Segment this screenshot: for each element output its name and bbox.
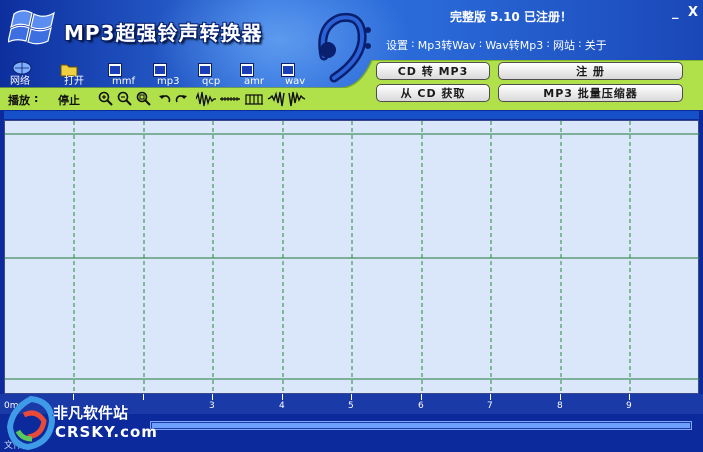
play-button[interactable]: 播放 [8, 92, 30, 108]
network-label: 网络 [10, 76, 30, 87]
format-label: amr [244, 76, 264, 87]
qcp-file-icon [198, 63, 212, 77]
ruler-label: 8 [557, 401, 563, 411]
format-amr-button[interactable]: amr [240, 61, 280, 87]
horizontal-scrollbar[interactable] [150, 421, 692, 430]
ruler-label: 3 [209, 401, 215, 411]
ruler-label: 4 [279, 401, 285, 411]
menu-item-mp3-to-wav[interactable]: Mp3转Wav [416, 37, 478, 53]
stop-button[interactable]: 停止 [58, 92, 80, 108]
open-button[interactable]: 打开 [56, 61, 96, 87]
play-separator: : [34, 92, 39, 105]
network-button[interactable]: 网络 [8, 61, 48, 87]
ruler-tick [421, 394, 422, 400]
zoom-out-icon[interactable] [117, 91, 133, 107]
playback-bar: 播放 : 停止 [0, 88, 360, 110]
toolbar: 网络 打开 mmf mp3 qcp amr wav [8, 61, 328, 87]
wav-file-icon [281, 63, 295, 77]
cd-to-mp3-button[interactable]: CD 转 MP3 [376, 62, 490, 80]
format-label: mp3 [157, 76, 180, 87]
waveform-grid [5, 121, 700, 395]
ruler-tick [490, 394, 491, 400]
ruler-tick [629, 394, 630, 400]
ruler-label: 9 [626, 401, 632, 411]
zoom-fit-icon[interactable] [136, 91, 152, 107]
ruler-label: 7 [487, 401, 493, 411]
format-qcp-button[interactable]: qcp [198, 61, 238, 87]
waveform-icon[interactable] [196, 91, 216, 107]
open-label: 打开 [64, 76, 84, 87]
menu-item-website[interactable]: 网站 [551, 37, 577, 53]
format-mmf-button[interactable]: mmf [108, 61, 148, 87]
mp3-file-icon [153, 63, 167, 77]
fade-out-icon[interactable] [287, 91, 307, 107]
menu-item-about[interactable]: 关于 [583, 37, 609, 53]
rip-cd-button[interactable]: 从 CD 获取 [376, 84, 490, 102]
display-top-strip [4, 111, 699, 119]
format-wav-button[interactable]: wav [281, 61, 321, 87]
ruler-tick [212, 394, 213, 400]
ruler-label: 5 [348, 401, 354, 411]
watermark-logo-icon [6, 395, 56, 450]
close-button[interactable]: X [688, 5, 698, 20]
mmf-file-icon [108, 63, 122, 77]
minimize-button[interactable]: _ [672, 5, 679, 20]
undo-icon[interactable] [158, 91, 172, 107]
ruler-tick [351, 394, 352, 400]
registration-status: 完整版 5.10 已注册！ [450, 10, 572, 24]
site-watermark: 非凡软件站 CRSKY.com [0, 393, 160, 452]
menu-item-settings[interactable]: 设置 [384, 37, 410, 53]
ruler-tick [282, 394, 283, 400]
format-mp3-button[interactable]: mp3 [153, 61, 193, 87]
waveform-panel[interactable] [4, 120, 700, 395]
amr-file-icon [240, 63, 254, 77]
ruler-tick [560, 394, 561, 400]
scrollbar-thumb[interactable] [152, 423, 690, 428]
app-title: MP3超强铃声转换器 [64, 21, 263, 45]
app-window: MP3超强铃声转换器 完整版 5.10 已注册！ _ X 设置 : Mp3转Wa… [0, 0, 703, 452]
menu-bar: 设置 : Mp3转Wav : Wav转Mp3 : 网站 : 关于 [384, 37, 609, 53]
silence-icon[interactable] [220, 91, 240, 107]
zoom-in-icon[interactable] [98, 91, 114, 107]
watermark-site-name: 非凡软件站 [53, 404, 129, 422]
redo-icon[interactable] [174, 91, 188, 107]
menu-item-wav-to-mp3[interactable]: Wav转Mp3 [483, 37, 545, 53]
ruler-label: 6 [418, 401, 424, 411]
format-label: mmf [112, 76, 136, 87]
format-label: qcp [202, 76, 221, 87]
watermark-site-url: CRSKY.com [55, 423, 158, 441]
waveform-display [0, 110, 703, 395]
format-label: wav [285, 76, 306, 87]
windows-logo-icon [8, 10, 55, 45]
batch-compress-button[interactable]: MP3 批量压缩器 [498, 84, 683, 102]
fade-icon[interactable] [244, 91, 264, 107]
fade-in-icon[interactable] [266, 91, 286, 107]
register-button[interactable]: 注 册 [498, 62, 683, 80]
